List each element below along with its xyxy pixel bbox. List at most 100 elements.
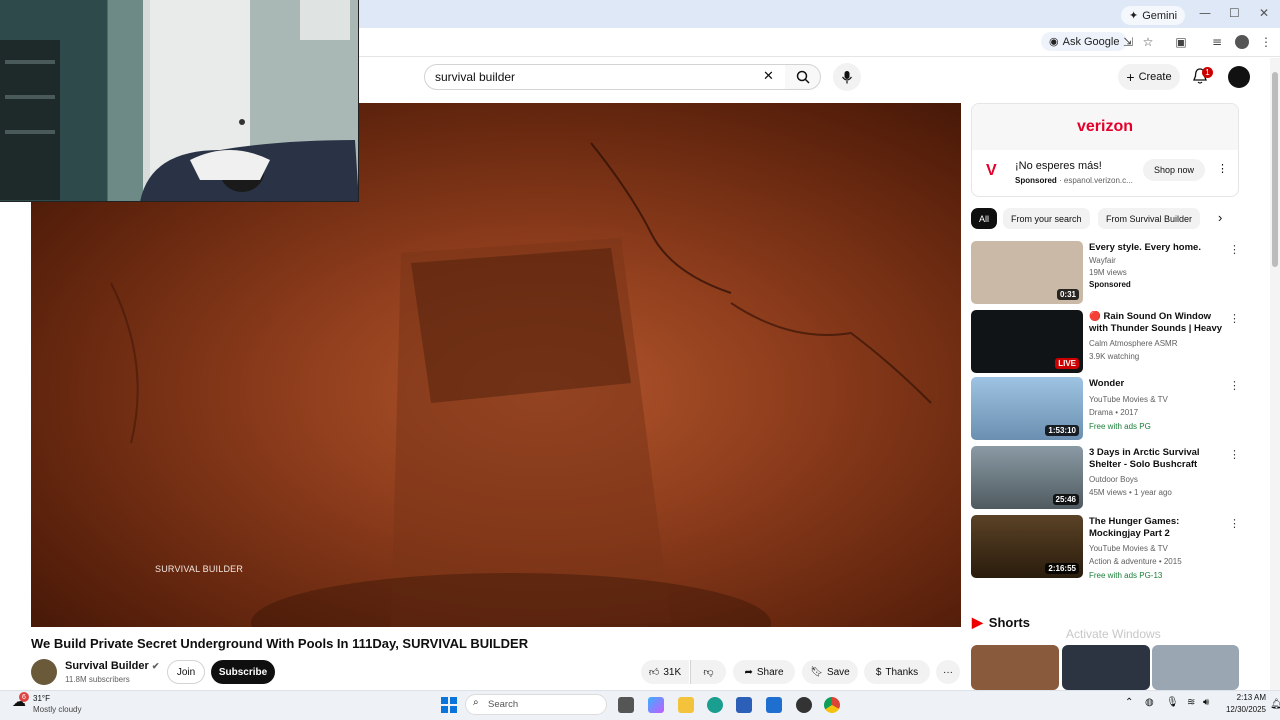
- recommendation-badge: Free with ads PG: [1089, 422, 1151, 431]
- file-explorer-icon[interactable]: [678, 697, 694, 713]
- voice-search-button[interactable]: [833, 63, 861, 91]
- short-thumbnail[interactable]: [971, 645, 1059, 690]
- channel-name-text: Survival Builder: [65, 660, 149, 672]
- sponsored-ad-card[interactable]: verizon V ¡No esperes más! Sponsored · e…: [971, 103, 1239, 197]
- ask-google-label: Ask Google: [1062, 35, 1120, 48]
- side-panel-icon[interactable]: ▣: [1174, 35, 1188, 49]
- ad-banner[interactable]: verizon: [972, 104, 1238, 150]
- close-window-button[interactable]: ✕: [1259, 6, 1269, 20]
- store-icon[interactable]: [736, 697, 752, 713]
- short-thumbnail[interactable]: [1152, 645, 1239, 690]
- taskbar-search-input[interactable]: Search: [465, 694, 607, 715]
- search-input[interactable]: survival builder: [424, 64, 786, 90]
- more-options-icon[interactable]: ⋮: [1229, 517, 1240, 530]
- chip-from-your-search[interactable]: From your search: [1003, 208, 1090, 229]
- profile-avatar[interactable]: [1235, 35, 1249, 49]
- shorts-header: ▶ Shorts: [972, 614, 1030, 631]
- taskbar-search-placeholder: Search: [488, 699, 519, 710]
- recommendation-title: Wonder: [1089, 378, 1125, 389]
- video-thumbnail[interactable]: 2:16:55: [971, 515, 1083, 578]
- app-icon[interactable]: [796, 697, 812, 713]
- more-actions-button[interactable]: ···: [936, 660, 960, 684]
- channel-name[interactable]: Survival Builder ✔: [65, 660, 159, 672]
- network-icon[interactable]: ◍: [1145, 697, 1154, 708]
- video-thumbnail[interactable]: 1:53:10: [971, 377, 1083, 440]
- recommendation-title: Every style. Every home.: [1089, 242, 1201, 253]
- microphone-icon: [842, 71, 852, 84]
- install-icon[interactable]: ⇲: [1121, 35, 1135, 49]
- like-button[interactable]: 👍︎ 31K: [641, 660, 689, 684]
- mail-icon[interactable]: [766, 697, 782, 713]
- more-options-icon[interactable]: ⋮: [1229, 243, 1240, 256]
- recommendation-channel: Outdoor Boys: [1089, 475, 1138, 484]
- clock-date[interactable]: 12/30/2025: [1221, 705, 1266, 714]
- create-button[interactable]: + Create: [1118, 64, 1180, 90]
- recommendation-title: 3 Days in Arctic Survival Shelter - Solo…: [1089, 447, 1200, 470]
- bookmark-star-icon[interactable]: ☆: [1141, 35, 1155, 49]
- activate-windows-watermark: Activate Windows: [1066, 627, 1161, 641]
- more-options-icon[interactable]: ⋮: [1229, 312, 1240, 325]
- chip-from-survival-builder[interactable]: From Survival Builder: [1098, 208, 1201, 229]
- channel-avatar[interactable]: [31, 659, 57, 685]
- edge-icon[interactable]: [707, 697, 723, 713]
- thanks-button[interactable]: $ Thanks: [864, 660, 930, 684]
- notification-center-icon[interactable]: 🔔︎: [1270, 699, 1280, 710]
- gemini-button[interactable]: ✦ Gemini: [1121, 6, 1186, 25]
- video-thumbnail[interactable]: 0:31: [971, 241, 1083, 304]
- recommendation-item[interactable]: 0:31 Every style. Every home. Wayfair 19…: [971, 241, 1240, 304]
- recommendation-item[interactable]: LIVE 🔴 Rain Sound On Window with Thunder…: [971, 310, 1240, 373]
- account-avatar[interactable]: [1228, 66, 1250, 88]
- minimize-button[interactable]: —: [1199, 6, 1211, 20]
- recommendation-title: 🔴 Rain Sound On Window with Thunder Soun…: [1089, 311, 1223, 334]
- subscriber-count: 11.8M subscribers: [65, 675, 130, 684]
- chips-next-icon[interactable]: ›: [1218, 210, 1222, 225]
- maximize-button[interactable]: ☐: [1229, 6, 1240, 20]
- more-options-icon[interactable]: ⋮: [1229, 379, 1240, 392]
- taskbar-search-icon: ⌕: [473, 697, 479, 708]
- search-button[interactable]: [785, 64, 821, 90]
- notification-count-badge: 1: [1202, 67, 1213, 78]
- volume-icon[interactable]: 🔊︎: [1203, 697, 1209, 708]
- video-thumbnail[interactable]: LIVE: [971, 310, 1083, 373]
- ad-headline: ¡No esperes más!: [1015, 160, 1102, 172]
- recommendation-item[interactable]: 2:16:55 The Hunger Games: Mockingjay Par…: [971, 515, 1240, 580]
- recommendation-stats: Action & adventure • 2015: [1089, 557, 1182, 566]
- ad-sponsored-label: Sponsored: [1015, 176, 1057, 185]
- recommendation-channel: Wayfair: [1089, 256, 1116, 265]
- save-button[interactable]: 🔖︎ Save: [802, 660, 858, 684]
- reading-list-icon[interactable]: ≡: [1210, 35, 1224, 49]
- task-view-icon[interactable]: [618, 697, 634, 713]
- recommendation-item[interactable]: 25:46 3 Days in Arctic Survival Shelter …: [971, 446, 1240, 509]
- thumbs-down-icon: 👎︎: [703, 667, 714, 678]
- recommendation-badge: Sponsored: [1089, 280, 1131, 289]
- short-thumbnail[interactable]: [1062, 645, 1150, 690]
- clock-time[interactable]: 2:13 AM: [1221, 693, 1266, 702]
- shorts-label: Shorts: [988, 615, 1030, 630]
- scrollbar-thumb[interactable]: [1272, 72, 1278, 267]
- shop-now-button[interactable]: Shop now: [1143, 159, 1205, 181]
- join-button[interactable]: Join: [167, 660, 205, 684]
- like-count: 31K: [663, 666, 682, 678]
- chip-all[interactable]: All: [971, 208, 998, 229]
- subscribe-button[interactable]: Subscribe: [211, 660, 275, 684]
- chrome-icon[interactable]: [824, 697, 840, 713]
- dislike-button[interactable]: 👎︎: [690, 660, 726, 684]
- share-icon: ➦: [744, 666, 753, 678]
- verified-icon: ✔: [151, 661, 160, 671]
- ad-more-icon[interactable]: ⋮: [1217, 162, 1228, 175]
- video-watermark: SURVIVAL BUILDER: [155, 564, 244, 574]
- ask-google-button[interactable]: ◉ Ask Google: [1041, 32, 1128, 51]
- recommendation-item[interactable]: 1:53:10 Wonder YouTube Movies & TV Drama…: [971, 377, 1240, 440]
- copilot-icon[interactable]: [648, 697, 664, 713]
- chrome-menu-icon[interactable]: ⋮: [1259, 35, 1273, 49]
- tray-overflow-icon[interactable]: ⌃: [1125, 697, 1133, 708]
- advertiser-logo-icon: V: [986, 162, 997, 179]
- wifi-icon[interactable]: ≋: [1187, 697, 1195, 708]
- video-duration: 1:53:10: [1045, 425, 1079, 436]
- windows-start-icon[interactable]: [441, 697, 457, 713]
- share-button[interactable]: ➦ Share: [733, 660, 795, 684]
- video-thumbnail[interactable]: 25:46: [971, 446, 1083, 509]
- more-options-icon[interactable]: ⋮: [1229, 448, 1240, 461]
- microphone-tray-icon[interactable]: 🎙︎: [1166, 697, 1179, 708]
- clear-search-icon[interactable]: ✕: [763, 69, 774, 84]
